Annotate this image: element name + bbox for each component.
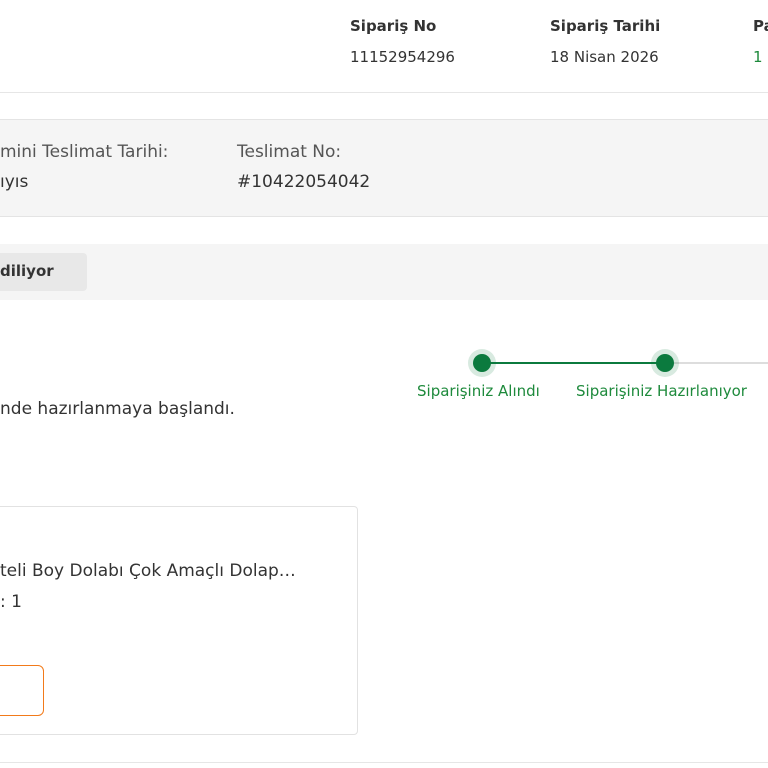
delivery-no-value: #10422054042: [237, 172, 371, 192]
tracker-step-preparing-label: Siparişiniz Hazırlanıyor: [576, 382, 747, 400]
product-quantity: : 1: [0, 592, 22, 612]
tracker-line-done: [482, 362, 665, 364]
estimated-delivery-label: mini Teslimat Tarihi:: [0, 142, 169, 162]
tracker-step-received-label: Siparişiniz Alındı: [417, 382, 540, 400]
bottom-divider: [0, 762, 768, 763]
tracker-dot-received: [473, 354, 491, 372]
order-no-value: 11152954296: [350, 48, 455, 66]
estimated-delivery-value: ıyıs: [0, 172, 29, 192]
tracker-line-pending: [665, 362, 768, 364]
delivery-no-label: Teslimat No:: [237, 142, 342, 162]
header-third-label: Pa: [753, 17, 768, 35]
product-action-button[interactable]: [0, 665, 44, 716]
order-date-value: 18 Nisan 2026: [550, 48, 659, 66]
product-name[interactable]: teli Boy Dolabı Çok Amaçlı Dolap…: [0, 561, 296, 581]
status-description: nde hazırlanmaya başlandı.: [0, 399, 235, 419]
delivery-info-band: [0, 119, 768, 217]
status-badge-text: diliyor: [0, 262, 54, 280]
header-third-value: 1 p: [753, 48, 768, 66]
status-band: [0, 244, 768, 300]
order-no-label: Sipariş No: [350, 17, 437, 35]
order-date-label: Sipariş Tarihi: [550, 17, 661, 35]
product-card: [0, 506, 358, 735]
header-divider: [0, 92, 768, 93]
tracker-dot-preparing: [656, 354, 674, 372]
